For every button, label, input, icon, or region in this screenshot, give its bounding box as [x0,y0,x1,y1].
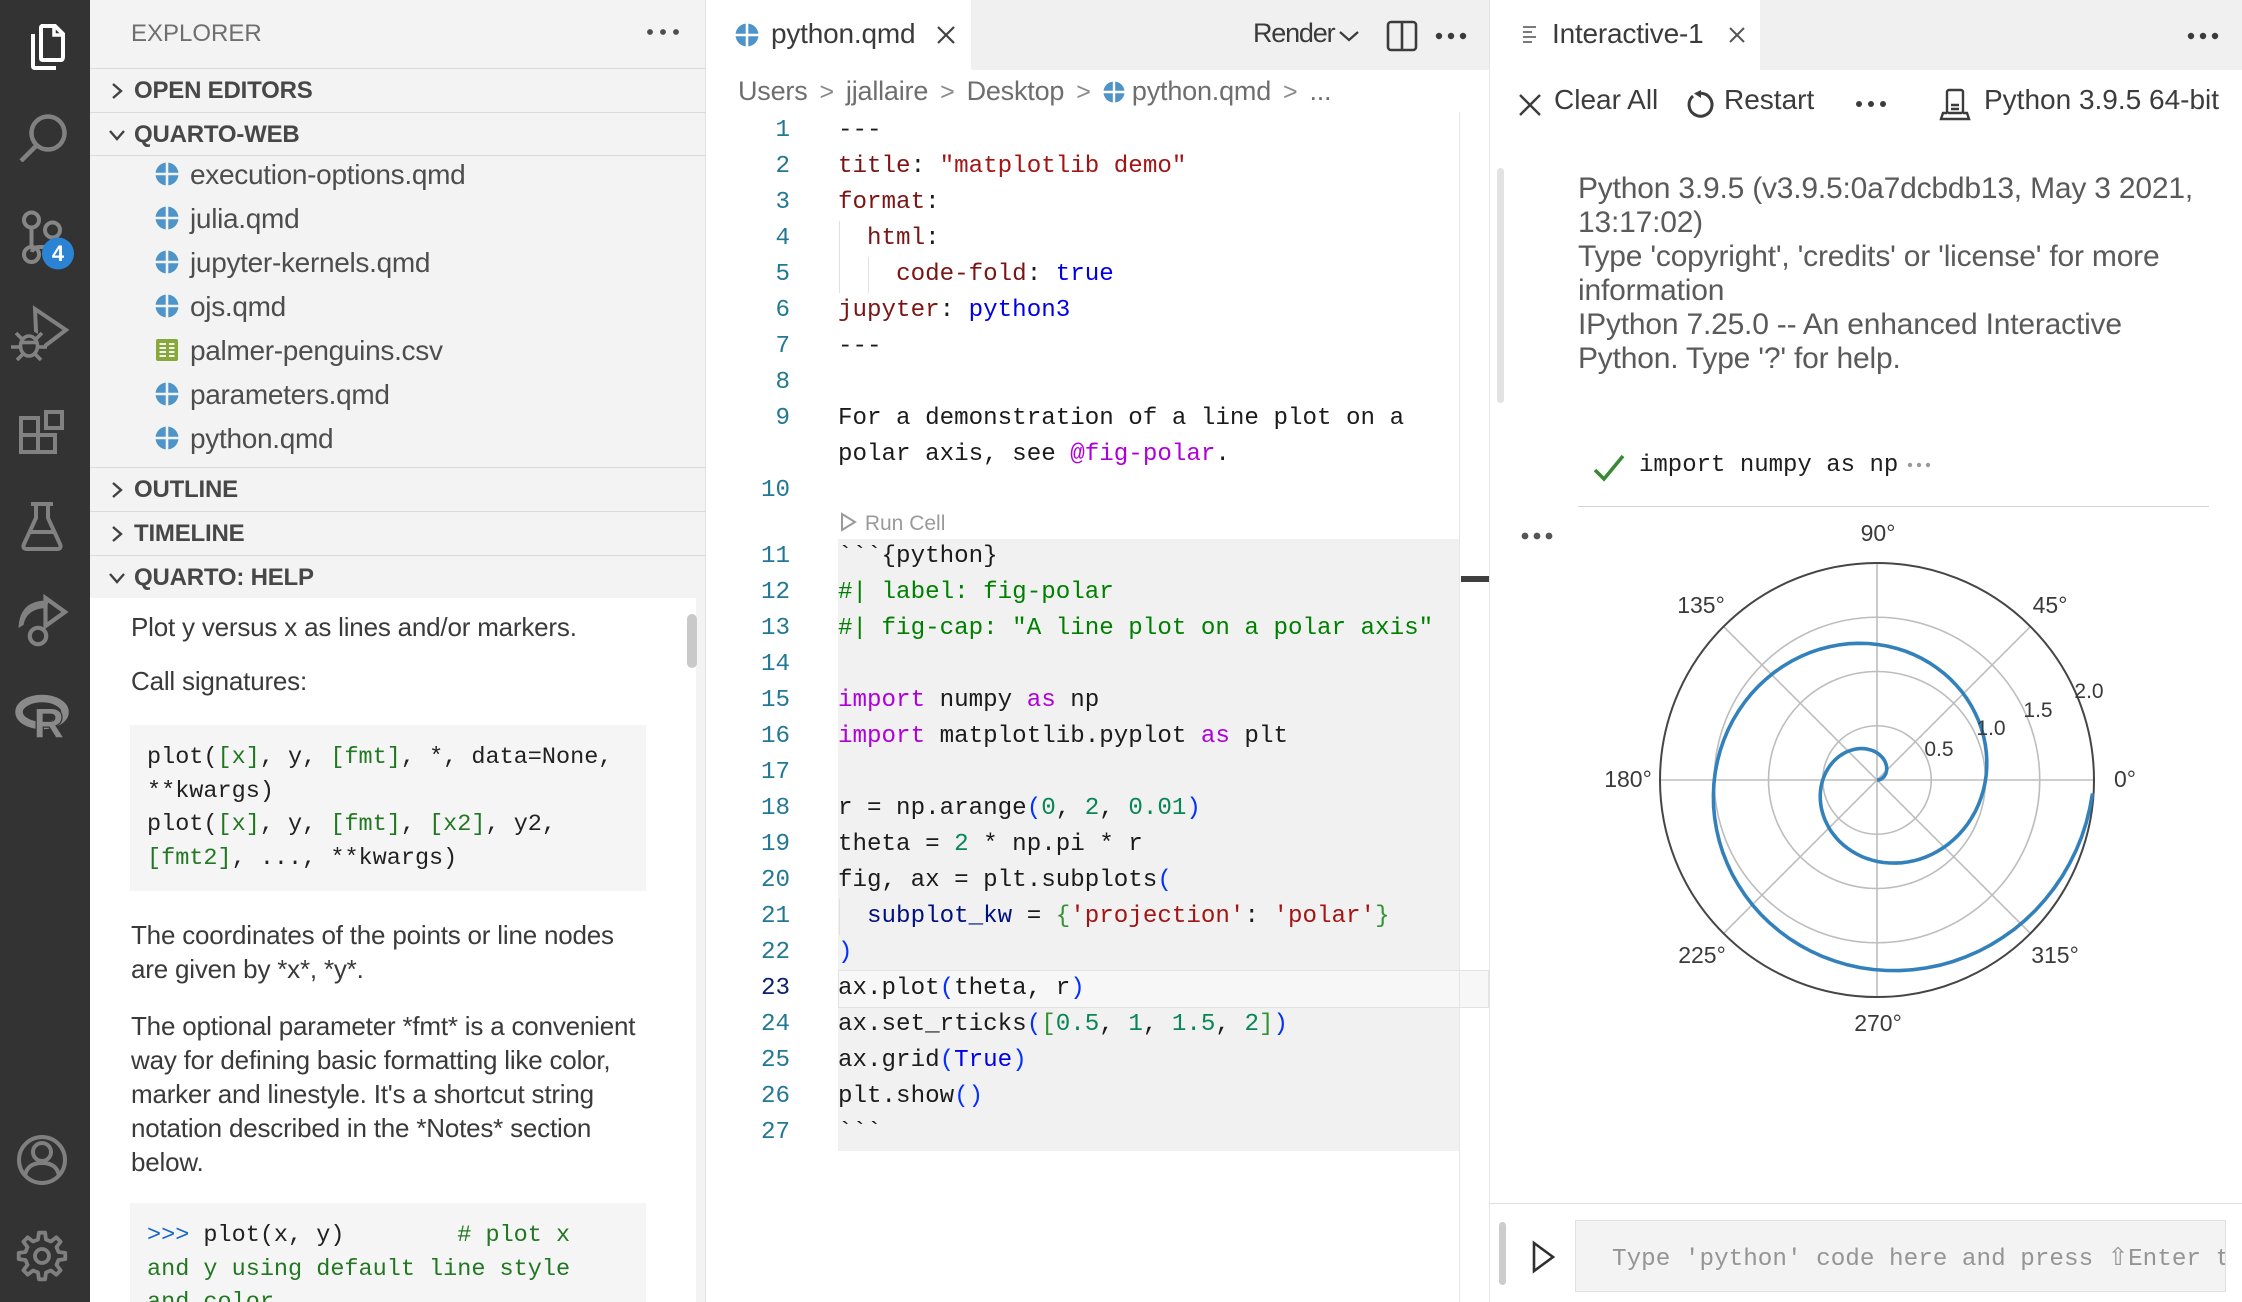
svg-text:1.0: 1.0 [1976,717,2005,740]
svg-text:2.0: 2.0 [2074,680,2103,703]
svg-text:315°: 315° [2031,942,2079,968]
svg-text:1.5: 1.5 [2023,699,2052,722]
svg-text:0°: 0° [2114,766,2136,792]
svg-text:0.5: 0.5 [1924,738,1953,761]
svg-text:135°: 135° [1677,592,1725,618]
svg-text:4: 4 [52,241,65,266]
svg-text:R: R [34,700,64,746]
svg-text:45°: 45° [2033,592,2068,618]
svg-text:270°: 270° [1854,1010,1902,1036]
svg-text:90°: 90° [1861,520,1896,546]
svg-text:225°: 225° [1678,942,1726,968]
svg-text:180°: 180° [1604,766,1652,792]
